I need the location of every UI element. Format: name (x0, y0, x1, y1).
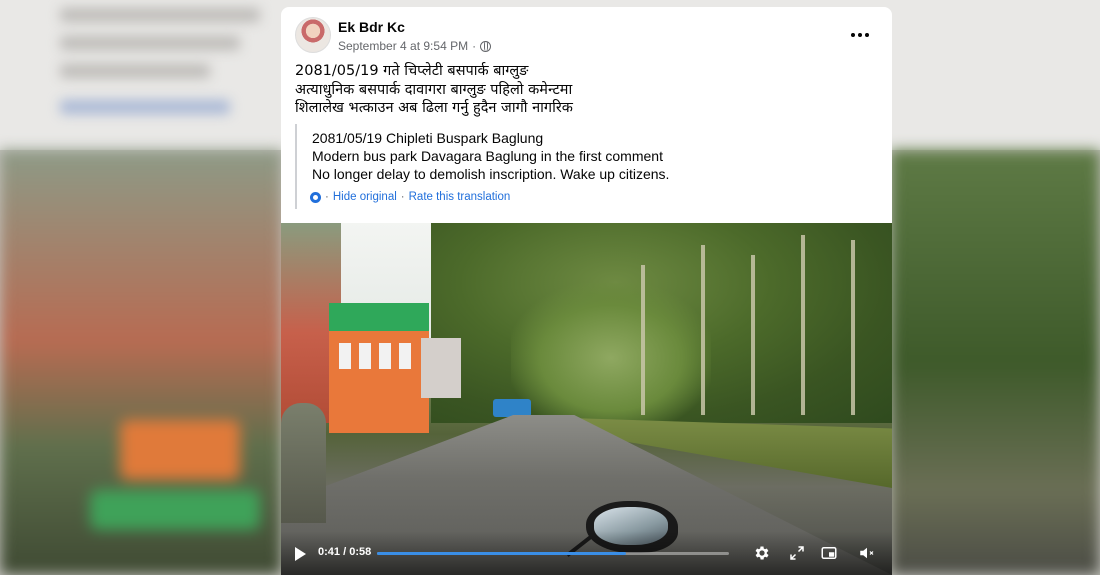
video-progress-fill (377, 552, 626, 555)
post-text-line: शिलालेख भत्काउन अब ढिला गर्नु हुदैन जागौ… (295, 100, 573, 116)
video-time: 0:41 / 0:58 (318, 546, 371, 558)
post-text-line: अत्याधुनिक बसपार्क दावागरा बाग्लुङ पहिलो… (295, 81, 573, 98)
globe-icon (480, 40, 492, 52)
play-icon[interactable] (295, 547, 306, 561)
meta-separator: · (472, 39, 477, 53)
translation-block: 2081/05/19 Chipleti Buspark Baglung Mode… (295, 124, 878, 209)
post-text-line: 2081/05/19 गते चिप्लेटी बसपार्क बाग्लुङ (295, 63, 529, 79)
post-text: 2081/05/19 गते चिप्लेटी बसपार्क बाग्लुङ … (295, 62, 878, 118)
post-header: Ek Bdr Kc September 4 at 9:54 PM · (295, 17, 878, 57)
video-controls: 0:41 / 0:58 (281, 531, 892, 575)
translation-links: · Hide original · Rate this translation (310, 191, 878, 203)
video-tree-canopy (511, 283, 711, 433)
video-progress-bar[interactable] (377, 552, 729, 555)
video-building (421, 338, 461, 398)
post-meta: September 4 at 9:54 PM · (338, 39, 492, 53)
current-time: 0:41 (318, 546, 341, 558)
video-bamboo-trunk (851, 240, 855, 415)
mute-icon[interactable] (858, 544, 876, 562)
video-bamboo-trunk (801, 235, 805, 415)
video-player[interactable]: 0:41 / 0:58 (281, 223, 892, 575)
hide-original-link[interactable]: Hide original (333, 191, 397, 203)
video-bus (493, 399, 531, 417)
video-building (329, 303, 429, 433)
settings-icon[interactable] (753, 544, 771, 562)
video-person (281, 403, 326, 523)
duration: 0:58 (349, 546, 372, 558)
post-timestamp[interactable]: September 4 at 9:54 PM (338, 39, 468, 53)
post-card: Ek Bdr Kc September 4 at 9:54 PM · 2081/… (281, 7, 892, 575)
link-separator: · (400, 191, 405, 203)
rate-translation-link[interactable]: Rate this translation (409, 191, 511, 203)
translation-settings-icon[interactable] (310, 191, 321, 203)
fullscreen-icon[interactable] (788, 544, 806, 562)
video-bamboo-trunk (751, 255, 755, 415)
backdrop-right (890, 150, 1100, 575)
avatar[interactable] (295, 17, 331, 53)
more-options-icon[interactable] (848, 25, 872, 45)
translation-line: No longer delay to demolish inscription.… (312, 166, 670, 182)
video-bamboo-trunk (701, 245, 705, 415)
translation-line: Modern bus park Davagara Baglung in the … (312, 148, 663, 164)
translation-line: 2081/05/19 Chipleti Buspark Baglung (312, 130, 544, 146)
video-bamboo-trunk (641, 265, 645, 415)
link-separator: · (325, 191, 329, 203)
backdrop-left (0, 150, 282, 575)
time-separator: / (340, 546, 350, 558)
author-name[interactable]: Ek Bdr Kc (338, 19, 405, 35)
picture-in-picture-icon[interactable] (820, 544, 838, 562)
